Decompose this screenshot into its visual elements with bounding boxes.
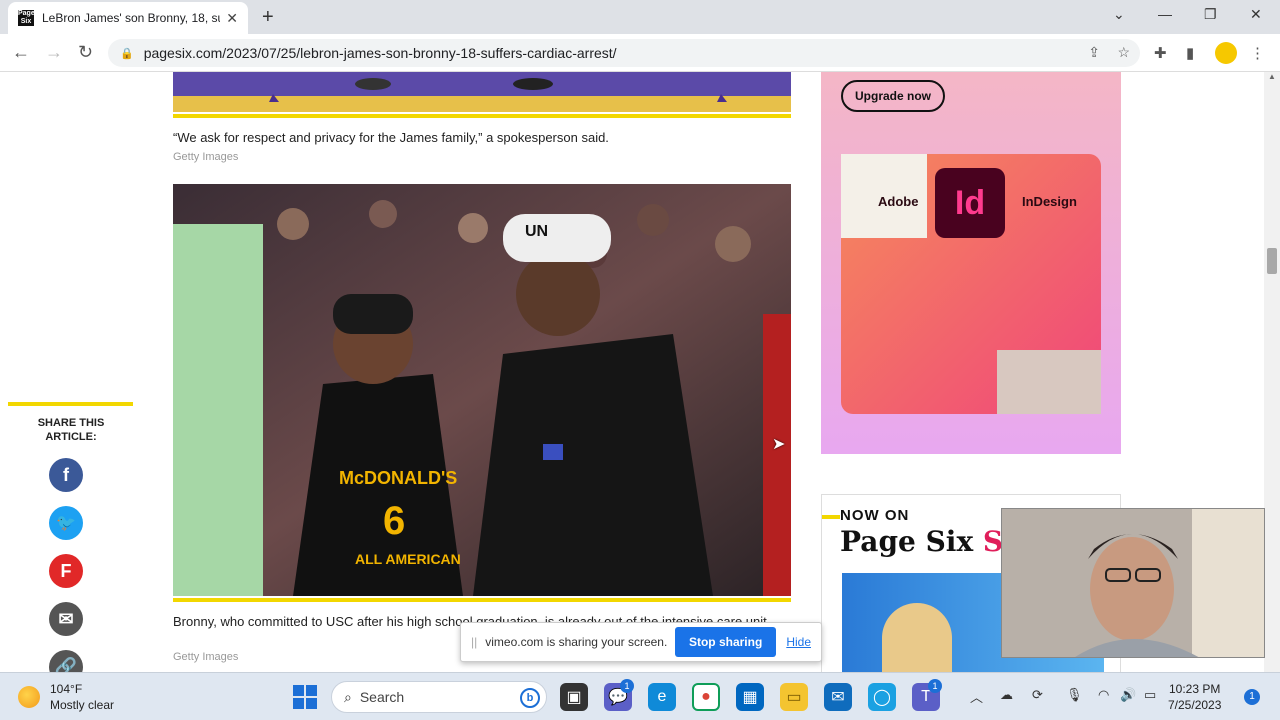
sync-icon[interactable]: ⟳ <box>1032 687 1043 703</box>
now-on-label: NOW ON <box>840 507 910 524</box>
bookmark-star-icon[interactable]: ☆ <box>1117 44 1130 61</box>
promo-rule <box>822 515 840 519</box>
weather-temp: 104°F <box>50 682 83 696</box>
start-button[interactable] <box>293 685 317 709</box>
taskbar-search[interactable]: ⌕ Search b <box>331 681 547 713</box>
weather-widget[interactable]: 104°F Mostly clear <box>18 681 114 713</box>
cortana-icon[interactable]: ◯ <box>868 683 896 711</box>
mail-icon[interactable]: ✉ <box>824 683 852 711</box>
onedrive-icon[interactable]: ☁ <box>1000 687 1013 703</box>
reload-icon[interactable]: ↻ <box>78 42 93 63</box>
file-explorer-icon[interactable]: ▭ <box>780 683 808 711</box>
show-hidden-icons[interactable]: ︿ <box>970 687 983 706</box>
jersey-number: 6 <box>383 499 405 543</box>
adobe-ad[interactable]: Upgrade now Adobe Id InDesign <box>821 72 1121 454</box>
microphone-icon[interactable]: 🎙 <box>1066 687 1083 703</box>
browser-tab-strip: Page Six LeBron James' son Bronny, 18, s… <box>0 0 1280 34</box>
indesign-logo: Id <box>935 168 1005 238</box>
extensions-icon[interactable]: ✚ <box>1154 44 1167 62</box>
link-share-icon[interactable]: 🔗 <box>49 650 83 672</box>
twitter-share-icon[interactable]: 🐦 <box>49 506 83 540</box>
image-credit: Getty Images <box>173 651 239 663</box>
stop-sharing-button[interactable]: Stop sharing <box>674 627 777 657</box>
jersey-text: McDONALD'S <box>339 468 457 488</box>
upgrade-now-button[interactable]: Upgrade now <box>841 80 946 112</box>
forward-icon[interactable]: → <box>45 42 63 63</box>
share-title: SHARE THIS ARTICLE: <box>37 417 105 443</box>
page-six-wordmark: Page Six <box>840 525 974 558</box>
scrollbar-thumb[interactable] <box>1267 248 1277 274</box>
image-credit: Getty Images <box>173 151 239 163</box>
clock-time: 10:23 PM <box>1169 682 1221 696</box>
chat-badge: 1 <box>620 679 634 693</box>
weather-condition: Mostly clear <box>50 698 115 712</box>
article-photo[interactable]: UN McDONALD'S 6 ALL AMERICAN <box>173 184 791 596</box>
mouse-cursor-icon: ➤ <box>772 436 786 453</box>
jersey-subtext: ALL AMERICAN <box>355 551 461 567</box>
clock[interactable]: 10:23 PM 7/25/2023 <box>1168 681 1221 713</box>
share-message: vimeo.com is sharing your screen. <box>485 635 668 649</box>
search-label: Search <box>359 689 405 705</box>
teams-badge: 1 <box>928 679 942 693</box>
tab-title: LeBron James' son Bronny, 18, su <box>42 11 221 25</box>
new-tab-icon[interactable]: + <box>262 6 274 29</box>
windows-taskbar: 104°F Mostly clear ⌕ Search b ▣ 💬 1 e ● … <box>0 672 1280 720</box>
webcam-overlay[interactable] <box>1001 508 1265 658</box>
hide-link[interactable]: Hide <box>786 635 811 649</box>
page-scrollbar[interactable] <box>1264 72 1280 672</box>
browser-toolbar: ← → ↻ 🔒 pagesix.com/2023/07/25/lebron-ja… <box>0 34 1280 72</box>
close-window-icon[interactable]: ✕ <box>1250 6 1262 23</box>
profile-avatar[interactable] <box>1215 42 1237 64</box>
adobe-label: Adobe <box>878 194 919 209</box>
volume-icon[interactable]: 🔊 <box>1120 687 1136 703</box>
indesign-label: InDesign <box>1022 194 1077 209</box>
previous-article-image <box>173 72 791 112</box>
share-divider <box>8 402 133 406</box>
facebook-share-icon[interactable]: f <box>49 458 83 492</box>
paint-thumbnail <box>997 350 1101 414</box>
cap-text: UN <box>525 223 548 240</box>
share-page-icon[interactable]: ⇪ <box>1088 44 1100 61</box>
notification-badge[interactable]: 1 <box>1244 689 1260 705</box>
screen-share-bar: || vimeo.com is sharing your screen. Sto… <box>460 622 822 662</box>
restore-icon[interactable]: ❐ <box>1204 6 1217 23</box>
search-icon: ⌕ <box>344 688 352 705</box>
bing-icon[interactable]: b <box>520 688 540 708</box>
battery-icon[interactable]: ▭ <box>1144 687 1156 703</box>
edge-icon[interactable]: e <box>648 683 676 711</box>
image-divider <box>173 114 791 118</box>
minimize-icon[interactable]: — <box>1158 6 1172 22</box>
image-caption: “We ask for respect and privacy for the … <box>173 130 609 145</box>
chrome-icon[interactable]: ● <box>692 683 720 711</box>
back-icon[interactable]: ← <box>12 42 30 63</box>
menu-icon[interactable]: ⋮ <box>1250 44 1265 62</box>
flipboard-share-icon[interactable]: F <box>49 554 83 588</box>
browser-tab[interactable]: Page Six LeBron James' son Bronny, 18, s… <box>8 2 248 34</box>
image-divider <box>173 598 791 602</box>
page-six-favicon: Page Six <box>18 10 35 26</box>
task-view-icon[interactable]: ▣ <box>560 683 588 711</box>
address-bar[interactable]: 🔒 pagesix.com/2023/07/25/lebron-james-so… <box>108 39 1140 67</box>
wifi-icon[interactable]: ◠ <box>1098 687 1109 703</box>
store-icon[interactable]: ▦ <box>736 683 764 711</box>
scroll-up-icon[interactable]: ▲ <box>1264 72 1280 84</box>
weather-icon <box>18 686 40 708</box>
email-share-icon[interactable]: ✉ <box>49 602 83 636</box>
url-text: pagesix.com/2023/07/25/lebron-james-son-… <box>143 45 617 61</box>
drag-handle-icon[interactable]: || <box>471 635 477 649</box>
clock-date: 7/25/2023 <box>1168 698 1222 712</box>
tab-search-icon[interactable]: ⌄ <box>1113 6 1125 23</box>
close-tab-icon[interactable]: ✕ <box>226 10 238 27</box>
lock-icon[interactable]: 🔒 <box>120 47 134 60</box>
page-six-logo: Page Six St <box>840 525 1016 558</box>
side-panel-icon[interactable]: ▮ <box>1186 44 1194 62</box>
